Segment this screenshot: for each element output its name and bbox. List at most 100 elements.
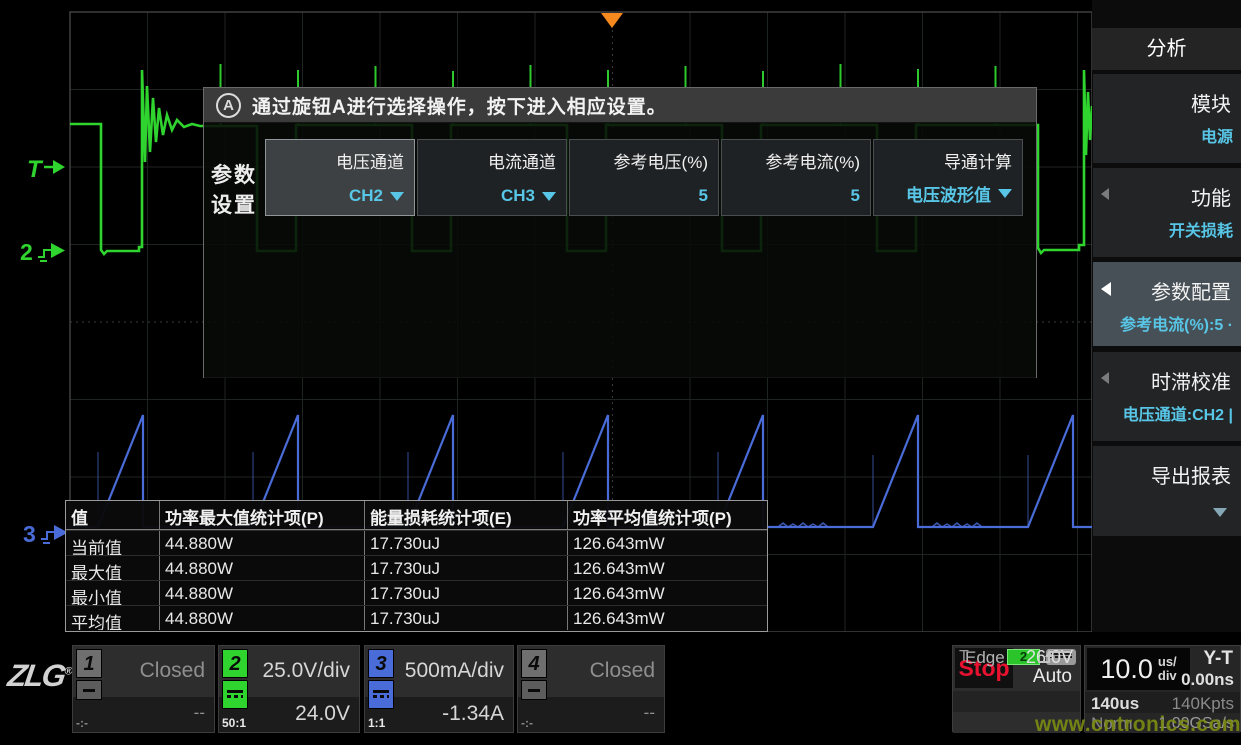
channel-offset: -- [644,703,655,723]
table-header: 功率最大值统计项(P) [160,501,365,529]
sidebar-item-param-config[interactable]: 参数配置 参考电流(%):5 · [1093,262,1241,346]
dialog-message: 通过旋钮A进行选择操作，按下进入相应设置。 [252,92,667,119]
sidebar-item-title: 模块 [1191,88,1231,117]
table-row: 当前值 44.880W 17.730uJ 126.643mW [66,530,767,555]
param-button-title: 参考电流(%) [766,148,860,173]
row-label: 当前值 [66,531,160,555]
timebase-scale: 10.0 [1100,654,1153,685]
sidebar-item-value: 开关损耗 [1169,217,1233,241]
table-header: 功率平均值统计项(P) [568,501,767,529]
trigger-level-marker[interactable]: T [27,156,65,183]
measurement-table: 值 功率最大值统计项(P) 能量损耗统计项(E) 功率平均值统计项(P) 当前值… [65,500,768,632]
timebase-row2: 140us 140Kpts [1085,692,1240,713]
logo-text: ZLG [6,658,67,693]
param-settings-label: 参数设置 [211,161,261,222]
dropdown-arrow-icon [542,192,556,201]
cell-value: 17.730uJ [365,606,568,630]
zlg-logo: ZLG® [5,658,74,694]
param-button-voltage-channel[interactable]: 电压通道 CH2 [265,139,415,216]
knob-a-icon: A [216,93,241,118]
trigger-type: Edge [965,648,1005,668]
param-button-title: 导通计算 [944,148,1012,173]
oscilloscope-screen: T 2 3 A 通过旋钮A进行选择操作，按下进入相应设置。 参数设置 电压通道 [0,0,1241,745]
param-button-title: 参考电压(%) [614,148,708,173]
channel-row-bottom [518,697,664,732]
sidebar-item-value: 电压通道:CH2 | [1123,401,1233,425]
table-row: 最大值 44.880W 17.730uJ 126.643mW [66,555,767,580]
param-button-title: 电流通道 [488,148,556,173]
svg-text:T: T [27,156,44,183]
param-value-text: 5 [851,186,860,206]
rising-edge-icon [1036,648,1072,665]
knob-hint-dialog: A 通过旋钮A进行选择操作，按下进入相应设置。 参数设置 电压通道 CH2 电流… [203,87,1037,378]
chevron-left-icon [1101,372,1109,384]
param-value-text: 电压波形值 [906,181,991,206]
param-value-text: CH3 [501,186,535,206]
timebase-scale-box: 10.0 us/ div [1087,648,1190,690]
channel-offset: -- [194,703,205,723]
sidebar-item-title: 导出报表 [1151,460,1231,489]
memory-depth: 140Kpts [1172,694,1234,714]
table-header-row: 值 功率最大值统计项(P) 能量损耗统计项(E) 功率平均值统计项(P) [66,501,767,530]
param-button-ref-voltage[interactable]: 参考电压(%) 5 [569,139,719,216]
sidebar-item-title: 参数配置 [1151,276,1231,305]
chevron-left-icon [1101,188,1109,200]
param-button-ref-current[interactable]: 参考电流(%) 5 [721,139,871,216]
table-header: 值 [66,501,160,529]
cell-value: 17.730uJ [365,531,568,555]
svg-text:2: 2 [20,239,33,265]
trigger-delay: 0.00ns [1181,670,1234,690]
cell-value: 44.880W [160,556,365,580]
param-button-row: 电压通道 CH2 电流通道 CH3 参考电压(%) 5 [265,139,1023,216]
cell-value: 17.730uJ [365,581,568,605]
param-button-title: 电压通道 [336,148,404,173]
channel-4-panel[interactable]: 4 -:- Closed -- [517,645,665,733]
param-value-text: CH2 [349,186,383,206]
trigger-mode: Auto [1033,666,1072,688]
dropdown-arrow-icon [998,189,1012,198]
row-label: 最大值 [66,556,160,580]
svg-text:3: 3 [23,521,36,547]
sidebar-item-deskew[interactable]: 时滞校准 电压通道:CH2 | [1093,352,1241,441]
dropdown-arrow-icon [390,192,404,201]
cell-value: 126.643mW [568,606,767,630]
sidebar-item-title: 时滞校准 [1151,366,1231,395]
channel-2-panel[interactable]: 2 50:1 25.0V/div 24.0V [218,645,360,733]
sidebar-item-module[interactable]: 模块 电源 [1093,74,1241,163]
probe-ratio: 50:1 [222,716,246,730]
sidebar-item-function[interactable]: 功能 开关损耗 [1093,168,1241,257]
ch3-offset-marker[interactable]: 3 [23,521,68,547]
channel-off-icon [76,680,102,700]
cell-value: 126.643mW [568,556,767,580]
param-button-value: CH2 [349,186,404,206]
timebase-unit-bottom: div [1158,668,1177,683]
channel-4-badge: 4 [521,649,547,678]
ch2-offset-marker[interactable]: 2 [20,239,65,265]
channel-1-panel[interactable]: 1 -:- Closed -- [72,645,215,733]
param-button-value: 5 [851,186,860,206]
probe-ratio: -:- [76,716,88,730]
probe-ratio: -:- [521,716,533,730]
channel-3-panel[interactable]: 3 1:1 500mA/div -1.34A [364,645,514,733]
cell-value: 17.730uJ [365,556,568,580]
param-button-current-channel[interactable]: 电流通道 CH3 [417,139,567,216]
sidebar-item-title: 功能 [1191,182,1231,211]
cell-value: 126.643mW [568,531,767,555]
timebase-unit: us/ div [1158,655,1177,682]
param-button-value: 电压波形值 [906,181,1012,206]
param-button-value: CH3 [501,186,556,206]
cell-value: 44.880W [160,606,365,630]
table-row: 平均值 44.880W 17.730uJ 126.643mW [66,605,767,630]
cell-value: 44.880W [160,531,365,555]
trigger-position-marker[interactable] [601,13,623,28]
param-button-value: 5 [699,186,708,206]
channel-3-badge: 3 [368,649,394,678]
analysis-sidebar: 分析 模块 电源 功能 开关损耗 参数配置 参考电流(%):5 · 时滞校准 电… [1092,0,1241,645]
trigger-row-level [953,691,1080,712]
dropdown-down-icon [1213,508,1227,517]
sidebar-item-export-report[interactable]: 导出报表 [1093,446,1241,536]
dc-coupling-icon [222,680,248,709]
cell-value: 44.880W [160,581,365,605]
param-button-conduction-calc[interactable]: 导通计算 电压波形值 [873,139,1023,216]
table-row: 最小值 44.880W 17.730uJ 126.643mW [66,580,767,605]
